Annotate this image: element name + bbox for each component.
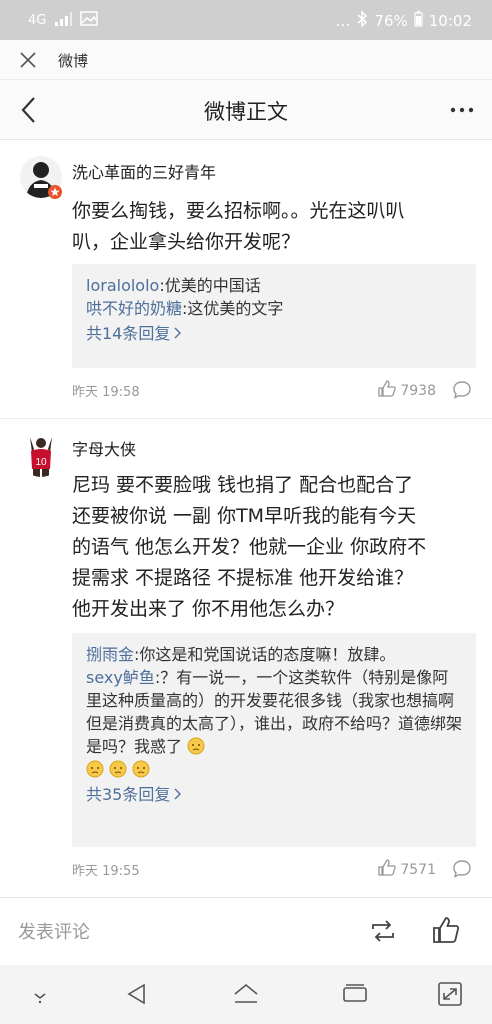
network-label: 4G [28,13,47,28]
more-replies-link[interactable]: 共14条回复 [86,322,462,345]
reply-text: :优美的中国话 [159,276,261,295]
like-button[interactable]: 7938 [378,380,436,401]
reply-bubble-icon[interactable] [452,380,472,400]
svg-text:10: 10 [35,457,47,468]
more-notifications-icon: … [335,12,351,30]
page-title: 微博正文 [204,100,288,124]
recent-apps-icon[interactable] [342,982,368,1006]
image-notification-icon [80,11,99,30]
more-replies-label: 共35条回复 [86,785,171,804]
close-icon[interactable] [18,50,38,70]
reply-username[interactable]: sexy鲈鱼 [86,668,155,687]
battery-percent: 76% [374,12,408,30]
navigation-bar: 微博正文 [0,80,492,140]
comment-time: 昨天 19:55 [72,864,140,879]
reply-username[interactable]: 捌雨金 [86,645,134,664]
back-nav-icon[interactable] [124,982,150,1006]
comment-username[interactable]: 字母大侠 [72,436,136,460]
comment-time: 昨天 19:58 [72,385,140,400]
comment-item: 10 字母大侠 尼玛 要不要脸哦 钱也捐了 配合也配合了 还要被你说 一副 你T… [0,419,492,897]
browser-title: 微博 [58,52,89,70]
browser-bar: 微博 [0,40,492,80]
battery-icon [414,11,423,31]
thumbs-up-icon [378,859,397,880]
expand-icon[interactable] [437,982,463,1006]
comment-item: 洗心革面的三好青年 你要么掏钱，要么招标啊。。光在这叭叭 叭，企业拿头给你开发呢… [0,140,492,418]
confused-emoji-icon [187,737,205,756]
reply-username[interactable]: 哄不好的奶糖 [86,299,182,318]
reply-username[interactable]: loralololo [86,276,159,295]
clock: 10:02 [428,12,472,30]
avatar[interactable]: 10 [20,435,62,477]
comment-text: 你要么掏钱，要么招标啊。。光在这叭叭 叭，企业拿头给你开发呢？ [72,200,405,253]
comment-text: 尼玛 要不要脸哦 钱也捐了 配合也配合了 还要被你说 一副 你TM早听我的能有今… [72,474,427,620]
reply-box[interactable]: loralololo:优美的中国话 哄不好的奶糖:这优美的文字 共14条回复 [72,264,476,368]
system-navigation-bar [0,965,492,1024]
confused-emoji-icon [109,760,132,779]
more-replies-label: 共14条回复 [86,324,171,343]
confused-emoji-icon [86,760,109,779]
more-replies-link[interactable]: 共35条回复 [86,783,462,806]
status-bar: 4G … 76% 10:02 [0,0,492,40]
comment-username[interactable]: 洗心革面的三好青年 [72,159,216,183]
reply-bubble-icon[interactable] [452,859,472,879]
repost-icon[interactable] [370,919,396,943]
like-count: 7938 [400,382,436,399]
reply-box[interactable]: 捌雨金:你这是和党国说话的态度嘛！放肆。 sexy鲈鱼:？有一说一，一个这类软件… [72,633,476,847]
reply-item: 捌雨金:你这是和党国说话的态度嘛！放肆。 [86,643,462,666]
reply-item: sexy鲈鱼:？有一说一，一个这类软件（特别是像阿里这种质量高的）的开发要花很多… [86,666,462,781]
reply-text: :你这是和党国说话的态度嘛！放肆。 [134,645,396,664]
like-button[interactable]: 7571 [378,859,436,880]
chevron-right-icon [174,783,182,806]
comment-input-bar: 发表评论 [0,897,492,965]
reply-item: loralololo:优美的中国话 [86,274,462,297]
collapse-icon[interactable] [27,982,53,1006]
reply-item: 哄不好的奶糖:这优美的文字 [86,297,462,320]
chevron-right-icon [174,322,182,345]
home-icon[interactable] [233,982,259,1006]
thumbs-up-icon[interactable] [432,916,460,944]
comment-input[interactable]: 发表评论 [18,918,90,944]
reply-text: :这优美的文字 [182,299,284,318]
verified-badge-icon [48,184,62,199]
more-options-icon[interactable] [448,98,476,122]
bluetooth-icon [356,10,368,31]
confused-emoji-icon [132,760,150,779]
signal-icon [54,11,73,30]
like-count: 7571 [400,861,436,878]
thumbs-up-icon [378,380,397,401]
